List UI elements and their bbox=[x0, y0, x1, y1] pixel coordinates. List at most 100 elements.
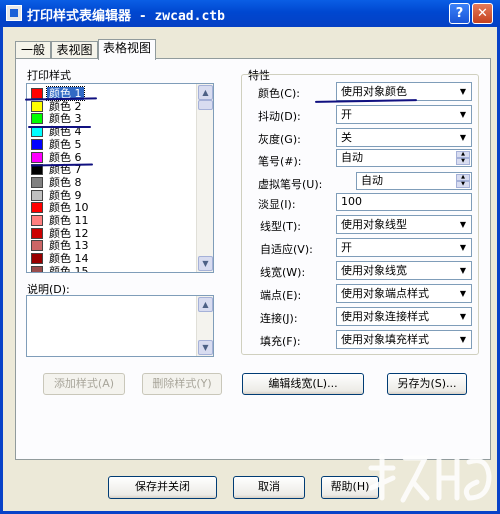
adaptive-select[interactable]: 开 ▼ bbox=[336, 238, 472, 257]
list-item-label: 颜色 10 bbox=[49, 201, 89, 215]
list-item[interactable]: 颜色 6 bbox=[29, 151, 199, 164]
dither-label: 抖动(D): bbox=[258, 110, 301, 123]
list-item-label: 颜色 6 bbox=[49, 150, 82, 164]
virtual-pen-label: 虚拟笔号(U): bbox=[258, 178, 323, 191]
chevron-down-icon[interactable]: ▼ bbox=[455, 83, 471, 100]
cancel-button[interactable]: 取消 bbox=[233, 476, 305, 499]
grayscale-label: 灰度(G): bbox=[258, 133, 301, 146]
grayscale-value: 关 bbox=[341, 131, 352, 144]
scroll-down-icon[interactable]: ▼ bbox=[198, 340, 213, 355]
line-end-value: 使用对象端点样式 bbox=[341, 287, 429, 300]
scroll-up-icon[interactable]: ▲ bbox=[198, 297, 213, 312]
list-item[interactable]: 颜色 2 bbox=[29, 100, 199, 113]
list-item[interactable]: 颜色 8 bbox=[29, 176, 199, 189]
chevron-down-icon[interactable]: ▼ bbox=[455, 285, 471, 302]
list-item[interactable]: 颜色 15 bbox=[29, 264, 199, 273]
scroll-thumb[interactable] bbox=[198, 100, 213, 110]
chevron-down-icon[interactable]: ▼ bbox=[455, 129, 471, 146]
color-swatch-icon bbox=[31, 138, 43, 150]
scroll-up-icon[interactable]: ▲ bbox=[198, 85, 213, 100]
list-item[interactable]: 颜色 5 bbox=[29, 138, 199, 151]
list-item[interactable]: 颜色 14 bbox=[29, 252, 199, 265]
chevron-down-icon[interactable]: ▼ bbox=[455, 216, 471, 233]
list-item-label: 颜色 8 bbox=[49, 175, 82, 189]
list-item[interactable]: 颜色 12 bbox=[29, 227, 199, 240]
line-join-select[interactable]: 使用对象连接样式 ▼ bbox=[336, 307, 472, 326]
list-item-label: 颜色 15 bbox=[49, 264, 89, 273]
color-swatch-icon bbox=[31, 151, 43, 163]
list-item-label: 颜色 11 bbox=[49, 214, 89, 227]
tab-general[interactable]: 一般 bbox=[15, 41, 51, 59]
edit-lineweights-button[interactable]: 编辑线宽(L)... bbox=[242, 373, 364, 395]
color-swatch-icon bbox=[31, 202, 43, 214]
linetype-select[interactable]: 使用对象线型 ▼ bbox=[336, 215, 472, 234]
list-item-label: 颜色 12 bbox=[49, 226, 89, 240]
pen-number-spinner[interactable]: 自动 ▲ ▼ bbox=[336, 149, 472, 167]
fill-select[interactable]: 使用对象填充样式 ▼ bbox=[336, 330, 472, 349]
fill-value: 使用对象填充样式 bbox=[341, 333, 429, 346]
chevron-down-icon[interactable]: ▼ bbox=[455, 308, 471, 325]
description-scrollbar[interactable]: ▲ ▼ bbox=[196, 296, 213, 356]
chevron-down-icon[interactable]: ▼ bbox=[455, 239, 471, 256]
line-end-label: 端点(E): bbox=[260, 289, 302, 302]
list-item[interactable]: 颜色 3 bbox=[29, 112, 199, 125]
pen-number-value: 自动 bbox=[341, 151, 363, 164]
line-join-label: 连接(J): bbox=[260, 312, 298, 325]
print-styles-list[interactable]: 颜色 1 颜色 2 颜色 3 颜色 4 颜色 5 颜色 6 颜色 7 颜色 8 颜色 9 颜色 1… bbox=[26, 83, 214, 273]
adaptive-label: 自适应(V): bbox=[260, 243, 313, 256]
grayscale-select[interactable]: 关 ▼ bbox=[336, 128, 472, 147]
list-item[interactable]: 颜色 10 bbox=[29, 201, 199, 214]
color-swatch-icon bbox=[31, 227, 43, 239]
list-item-label: 颜色 13 bbox=[49, 239, 89, 253]
color-swatch-icon bbox=[31, 215, 43, 226]
description-input[interactable]: ▲ ▼ bbox=[26, 295, 214, 357]
list-item[interactable]: 颜色 13 bbox=[29, 239, 199, 252]
color-swatch-icon bbox=[31, 240, 43, 252]
annotation-underline bbox=[28, 126, 91, 128]
spinner-arrows-icon[interactable]: ▲ ▼ bbox=[456, 151, 470, 165]
color-swatch-icon bbox=[31, 189, 43, 201]
print-style-editor-window: 打印样式表编辑器 - zwcad.ctb ? ✕ 一般 表视图 表格视图 打印样… bbox=[0, 0, 500, 514]
list-item[interactable]: 颜色 9 bbox=[29, 189, 199, 202]
color-swatch-icon bbox=[31, 265, 43, 272]
dither-select[interactable]: 开 ▼ bbox=[336, 105, 472, 124]
chevron-down-icon[interactable]: ▼ bbox=[455, 106, 471, 123]
color-swatch-icon bbox=[31, 176, 43, 188]
fill-label: 填充(F): bbox=[260, 335, 301, 348]
linetype-value: 使用对象线型 bbox=[341, 218, 407, 231]
spinner-arrows-icon[interactable]: ▲ ▼ bbox=[456, 174, 470, 188]
screening-input[interactable]: 100 bbox=[336, 193, 472, 211]
title-bar[interactable]: 打印样式表编辑器 - zwcad.ctb ? ✕ bbox=[0, 0, 500, 27]
watermark-logo bbox=[368, 453, 492, 503]
save-close-button[interactable]: 保存并关闭 bbox=[108, 476, 217, 499]
linetype-label: 线型(T): bbox=[260, 220, 302, 233]
pen-number-label: 笔号(#): bbox=[258, 155, 302, 168]
screening-value: 100 bbox=[341, 195, 362, 208]
screening-label: 淡显(I): bbox=[258, 198, 296, 211]
line-join-value: 使用对象连接样式 bbox=[341, 310, 429, 323]
list-item[interactable]: 颜色 11 bbox=[29, 214, 199, 227]
app-icon bbox=[6, 5, 22, 21]
window-title: 打印样式表编辑器 - zwcad.ctb bbox=[27, 9, 225, 24]
chevron-down-icon[interactable]: ▼ bbox=[455, 331, 471, 348]
add-style-button[interactable]: 添加样式(A) bbox=[43, 373, 125, 395]
lineweight-label: 线宽(W): bbox=[260, 266, 306, 279]
save-as-button[interactable]: 另存为(S)... bbox=[387, 373, 467, 395]
help-icon[interactable]: ? bbox=[449, 3, 470, 24]
lineweight-select[interactable]: 使用对象线宽 ▼ bbox=[336, 261, 472, 280]
tab-form-view[interactable]: 表格视图 bbox=[98, 39, 156, 60]
scroll-down-icon[interactable]: ▼ bbox=[198, 256, 213, 271]
virtual-pen-spinner[interactable]: 自动 ▲ ▼ bbox=[356, 172, 472, 190]
styles-label: 打印样式 bbox=[27, 69, 71, 82]
dither-value: 开 bbox=[341, 108, 352, 121]
color-swatch-icon bbox=[31, 253, 43, 265]
chevron-down-icon[interactable]: ▼ bbox=[455, 262, 471, 279]
close-icon[interactable]: ✕ bbox=[472, 3, 493, 24]
line-end-select[interactable]: 使用对象端点样式 ▼ bbox=[336, 284, 472, 303]
lineweight-value: 使用对象线宽 bbox=[341, 264, 407, 277]
tab-table-view[interactable]: 表视图 bbox=[51, 41, 98, 59]
list-scrollbar[interactable]: ▲ ▼ bbox=[196, 84, 213, 272]
virtual-pen-value: 自动 bbox=[361, 174, 383, 187]
delete-style-button[interactable]: 删除样式(Y) bbox=[142, 373, 222, 395]
color-select[interactable]: 使用对象颜色 ▼ bbox=[336, 82, 472, 101]
